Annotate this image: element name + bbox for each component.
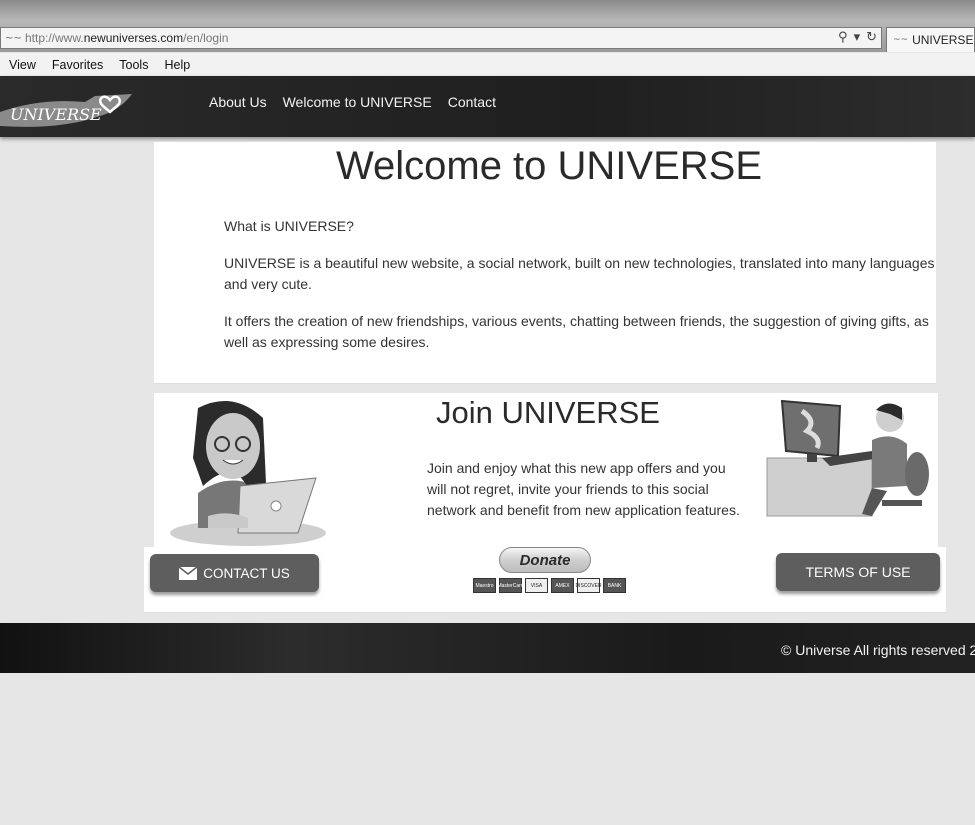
tab-favicon-icon: ~~	[893, 35, 909, 45]
nav-about-us[interactable]: About Us	[209, 94, 267, 110]
browser-tab[interactable]: ~~ UNIVERSE	[886, 27, 975, 52]
tab-title: UNIVERSE	[912, 33, 974, 47]
universe-logo[interactable]: UNIVERSE	[0, 90, 135, 130]
discover-card-icon: DISCOVER	[575, 578, 602, 593]
address-bar[interactable]: ~~ http://www.newuniverses.com/en/login …	[0, 27, 882, 49]
search-icon[interactable]: ⚲	[838, 30, 848, 45]
address-url[interactable]: http://www.newuniverses.com/en/login	[25, 31, 228, 45]
welcome-paragraph-1: UNIVERSE is a beautiful new website, a s…	[224, 255, 935, 292]
contact-us-label: CONTACT US	[203, 565, 290, 581]
boy-computer-illustration	[762, 396, 937, 520]
site-footer: © Universe All rights reserved 2	[0, 623, 975, 673]
maestro-card-icon: Maestro	[473, 578, 496, 593]
bank-card-icon: BANK	[603, 578, 626, 593]
join-title: Join UNIVERSE	[436, 395, 660, 430]
welcome-paragraph-2: It offers the creation of new friendship…	[224, 313, 929, 350]
nav-contact[interactable]: Contact	[448, 94, 496, 110]
menu-tools[interactable]: Tools	[119, 58, 148, 72]
site-favicon-icon: ~~	[5, 32, 22, 44]
nav-welcome[interactable]: Welcome to UNIVERSE	[283, 94, 432, 110]
donate-button[interactable]: Donate	[499, 547, 591, 573]
svg-text:UNIVERSE: UNIVERSE	[10, 105, 102, 124]
welcome-question: What is UNIVERSE?	[224, 218, 354, 234]
dropdown-arrow-icon[interactable]: ▾	[854, 30, 861, 45]
welcome-section: Welcome to UNIVERSE What is UNIVERSE? UN…	[154, 142, 936, 384]
site-nav: UNIVERSE About Us Welcome to UNIVERSE Co…	[0, 76, 975, 137]
menu-help[interactable]: Help	[164, 58, 190, 72]
amex-card-icon: AMEX	[551, 578, 574, 593]
girl-laptop-illustration	[170, 400, 326, 546]
welcome-text: What is UNIVERSE? UNIVERSE is a beautifu…	[224, 216, 954, 369]
footer-copyright: © Universe All rights reserved 2	[781, 642, 975, 658]
mastercard-card-icon: MasterCard	[497, 578, 524, 593]
nav-links: About Us Welcome to UNIVERSE Contact	[209, 94, 496, 110]
refresh-icon[interactable]: ↻	[866, 30, 877, 45]
mail-icon	[179, 566, 198, 580]
browser-menu-bar: View Favorites Tools Help	[0, 53, 975, 77]
address-tools: ⚲ ▾ ↻	[838, 30, 877, 45]
payment-card-logos: Maestro MasterCard VISA AMEX DISCOVER BA…	[473, 578, 626, 593]
welcome-title: Welcome to UNIVERSE	[335, 144, 763, 188]
menu-favorites[interactable]: Favorites	[52, 58, 103, 72]
visa-card-icon: VISA	[525, 578, 548, 593]
join-text: Join and enjoy what this new app offers …	[427, 460, 740, 518]
menu-view[interactable]: View	[9, 58, 36, 72]
contact-us-button[interactable]: CONTACT US	[150, 554, 319, 592]
terms-of-use-button[interactable]: TERMS OF USE	[776, 553, 940, 591]
